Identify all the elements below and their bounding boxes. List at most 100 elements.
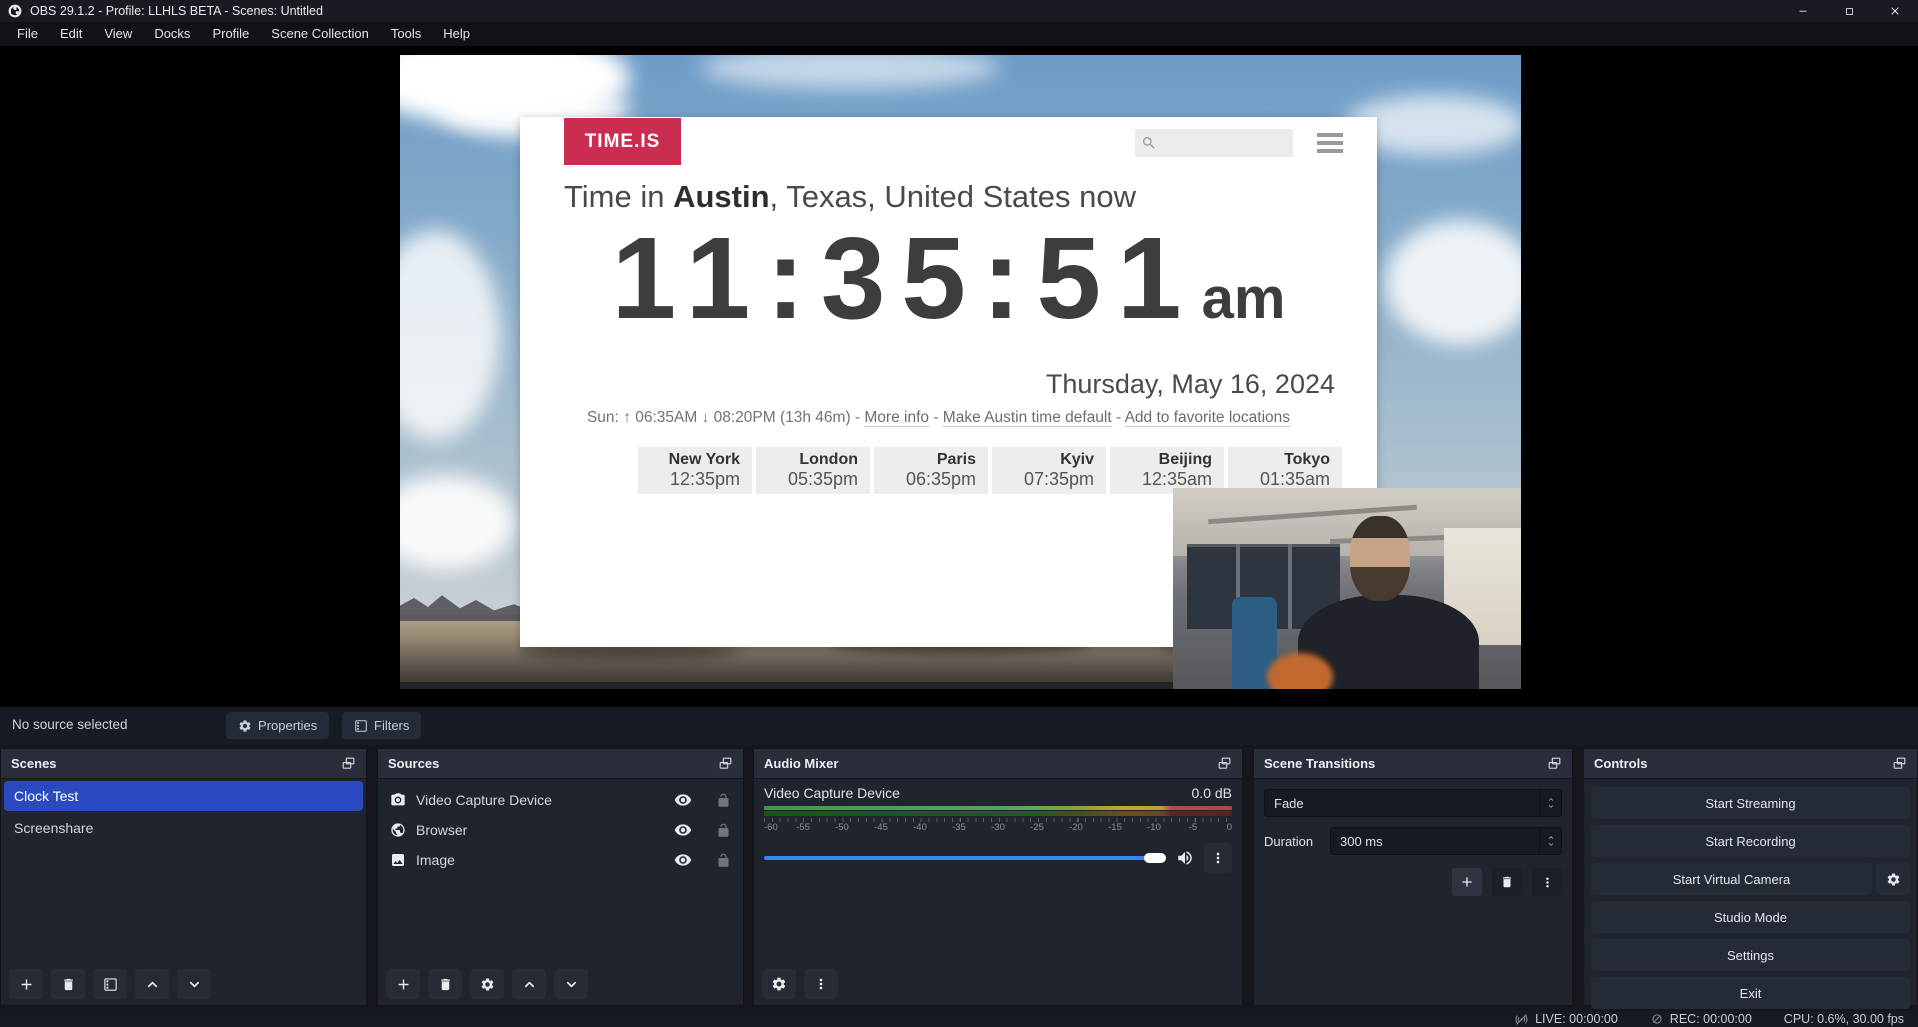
scenes-panel-title: Scenes: [11, 756, 57, 771]
menu-tools[interactable]: Tools: [380, 22, 432, 46]
move-source-up-button[interactable]: [512, 969, 546, 999]
timeis-logo: TIME.IS: [564, 118, 681, 165]
move-source-down-button[interactable]: [554, 969, 588, 999]
menu-scene-collection[interactable]: Scene Collection: [260, 22, 380, 46]
popout-icon[interactable]: [718, 756, 733, 771]
meter-scale: -60 -55 -50 -45 -40 -35 -30 -25 -20 -15 …: [764, 822, 1232, 835]
move-scene-down-button[interactable]: [177, 969, 211, 999]
mixer-channel-name: Video Capture Device: [764, 785, 900, 801]
cloud: [1385, 220, 1521, 345]
scene-item-clock-test[interactable]: Clock Test: [4, 781, 363, 811]
menu-profile[interactable]: Profile: [201, 22, 260, 46]
webcam-person-head: [1350, 516, 1409, 600]
preview-canvas[interactable]: TIME.IS Time in Austin, Texas, United St…: [400, 55, 1521, 689]
audio-level-meter-background: [764, 811, 1232, 816]
exit-button[interactable]: Exit: [1591, 977, 1910, 1009]
properties-button[interactable]: Properties: [226, 712, 329, 739]
scene-transitions-panel: Scene Transitions Fade Duration 300 ms: [1253, 748, 1573, 1006]
lock-icon[interactable]: [716, 823, 731, 838]
sources-panel-title: Sources: [388, 756, 439, 771]
chevron-up-icon: [145, 977, 160, 992]
cloud: [400, 230, 500, 440]
add-source-button[interactable]: [386, 969, 420, 999]
webcam-overlay: [1173, 488, 1521, 689]
volume-slider-handle[interactable]: [1144, 853, 1166, 863]
search-icon: [1141, 135, 1157, 151]
live-inactive-icon: [1514, 1012, 1529, 1027]
timeis-sun-line: Sun: ↑ 06:35AM ↓ 08:20PM (13h 46m) - Mor…: [520, 409, 1357, 427]
source-item-video-capture[interactable]: Video Capture Device: [378, 785, 743, 815]
popout-icon[interactable]: [1547, 756, 1562, 771]
speaker-icon[interactable]: [1176, 849, 1194, 867]
minimize-button[interactable]: [1780, 0, 1826, 22]
obs-logo-icon: [8, 4, 22, 18]
close-button[interactable]: [1872, 0, 1918, 22]
advanced-audio-button[interactable]: [762, 969, 796, 999]
city-box-london: London05:35pm: [756, 447, 870, 494]
transition-options-button[interactable]: [1532, 868, 1562, 896]
filter-icon: [354, 719, 368, 733]
visibility-eye-icon[interactable]: [674, 821, 692, 839]
start-virtual-camera-button[interactable]: Start Virtual Camera: [1591, 863, 1872, 895]
duration-spinner[interactable]: 300 ms: [1330, 827, 1562, 855]
visibility-eye-icon[interactable]: [674, 851, 692, 869]
volume-slider[interactable]: [764, 856, 1166, 860]
popout-icon[interactable]: [341, 756, 356, 771]
city-box-tokyo: Tokyo01:35am: [1228, 447, 1342, 494]
transition-select-arrows[interactable]: [1539, 790, 1561, 816]
settings-button[interactable]: Settings: [1591, 939, 1910, 971]
remove-transition-button[interactable]: [1492, 868, 1522, 896]
visibility-eye-icon[interactable]: [674, 791, 692, 809]
remove-source-button[interactable]: [428, 969, 462, 999]
mixer-level-db: 0.0 dB: [1192, 785, 1232, 801]
rec-inactive-icon: [1650, 1012, 1664, 1026]
source-item-browser[interactable]: Browser: [378, 815, 743, 845]
start-streaming-button[interactable]: Start Streaming: [1591, 787, 1910, 819]
status-bar: LIVE: 00:00:00 REC: 00:00:00 CPU: 0.6%, …: [0, 1011, 1918, 1027]
virtual-camera-config-button[interactable]: [1876, 863, 1910, 895]
chevron-down-icon: [187, 977, 202, 992]
trash-icon: [61, 977, 76, 992]
popout-icon[interactable]: [1892, 756, 1907, 771]
filter-icon: [103, 977, 118, 992]
lock-icon[interactable]: [716, 853, 731, 868]
camera-icon: [390, 792, 406, 808]
maximize-button[interactable]: [1826, 0, 1872, 22]
scene-filters-button[interactable]: [93, 969, 127, 999]
mixer-options-button[interactable]: [1204, 843, 1232, 873]
live-time: LIVE: 00:00:00: [1535, 1012, 1618, 1026]
scene-item-screenshare[interactable]: Screenshare: [4, 813, 363, 843]
window-title: OBS 29.1.2 - Profile: LLHLS BETA - Scene…: [30, 4, 323, 18]
popout-icon[interactable]: [1217, 756, 1232, 771]
city-box-kyiv: Kyiv07:35pm: [992, 447, 1106, 494]
filters-button[interactable]: Filters: [342, 712, 421, 739]
start-recording-button[interactable]: Start Recording: [1591, 825, 1910, 857]
globe-icon: [390, 822, 406, 838]
menu-docks[interactable]: Docks: [143, 22, 201, 46]
move-scene-up-button[interactable]: [135, 969, 169, 999]
remove-scene-button[interactable]: [51, 969, 85, 999]
menu-help[interactable]: Help: [432, 22, 481, 46]
transition-select[interactable]: Fade: [1264, 789, 1562, 817]
lock-icon[interactable]: [716, 793, 731, 808]
source-context-toolbar: No source selected Properties Filters: [0, 707, 1918, 745]
controls-title: Controls: [1594, 756, 1647, 771]
dock-area: Scenes Clock Test Screenshare Sources Vi…: [0, 745, 1918, 1011]
source-properties-button[interactable]: [470, 969, 504, 999]
trash-icon: [1500, 875, 1514, 889]
menu-file[interactable]: File: [6, 22, 49, 46]
audio-mixer-panel: Audio Mixer Video Capture Device 0.0 dB …: [753, 748, 1243, 1006]
gears-icon: [771, 976, 787, 992]
duration-spinner-arrows[interactable]: [1539, 828, 1561, 854]
menu-edit[interactable]: Edit: [49, 22, 93, 46]
add-transition-button[interactable]: [1452, 868, 1482, 896]
add-scene-button[interactable]: [9, 969, 43, 999]
title-bar: OBS 29.1.2 - Profile: LLHLS BETA - Scene…: [0, 0, 1918, 22]
gear-icon: [238, 719, 252, 733]
studio-mode-button[interactable]: Studio Mode: [1591, 901, 1910, 933]
timeis-clock: 11:35:51: [612, 209, 1198, 348]
chevron-up-icon: [522, 977, 537, 992]
mixer-menu-button[interactable]: [804, 969, 838, 999]
source-item-image[interactable]: Image: [378, 845, 743, 875]
menu-view[interactable]: View: [93, 22, 143, 46]
